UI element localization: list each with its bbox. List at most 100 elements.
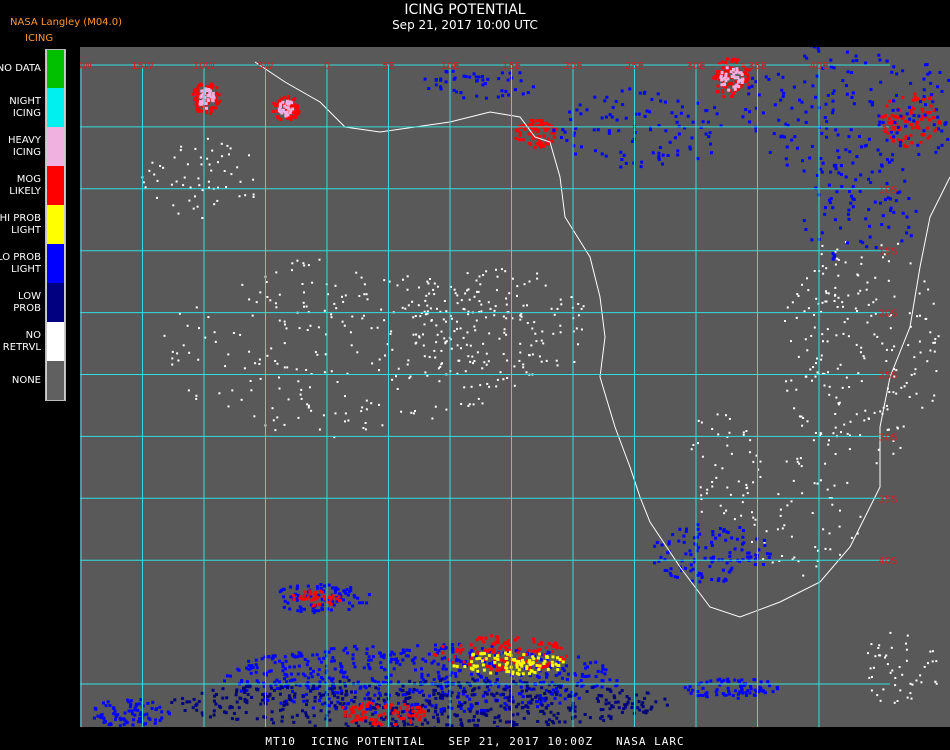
cloud-pixel xyxy=(465,343,468,346)
cloud-pixel xyxy=(429,278,431,280)
cloud-pixel xyxy=(878,58,882,62)
cloud-pixel xyxy=(279,701,283,705)
cloud-pixel xyxy=(371,655,375,659)
cloud-pixel xyxy=(514,137,518,140)
cloud-pixel xyxy=(879,410,882,413)
cloud-pixel xyxy=(616,700,620,704)
cloud-pixel xyxy=(732,92,736,95)
cloud-pixel xyxy=(930,93,934,97)
cloud-pixel xyxy=(847,217,851,221)
cloud-pixel xyxy=(371,712,375,716)
cloud-pixel xyxy=(523,283,526,286)
cloud-pixel xyxy=(250,695,254,699)
cloud-pixel xyxy=(696,527,700,531)
cloud-pixel xyxy=(860,256,863,259)
cloud-pixel xyxy=(471,688,475,692)
cloud-pixel xyxy=(879,699,882,702)
cloud-pixel xyxy=(371,645,375,649)
cloud-pixel xyxy=(412,316,415,319)
cloud-pixel xyxy=(741,535,745,539)
cloud-pixel xyxy=(866,281,869,284)
cloud-pixel xyxy=(470,704,474,708)
cloud-pixel xyxy=(777,118,781,122)
cloud-pixel xyxy=(329,647,333,651)
cloud-pixel xyxy=(441,651,445,655)
cloud-pixel xyxy=(444,80,448,84)
cloud-pixel xyxy=(555,716,559,720)
cloud-pixel xyxy=(306,403,309,406)
icing-map: 20W15W10W5W05E10E15E20E25E30E35E40E5S10S… xyxy=(80,47,950,727)
cloud-pixel xyxy=(747,83,751,87)
cloud-pixel xyxy=(898,144,902,148)
cloud-pixel xyxy=(469,344,472,347)
cloud-pixel xyxy=(868,417,870,420)
cloud-pixel xyxy=(389,653,393,657)
cloud-pixel xyxy=(313,724,317,727)
cloud-pixel xyxy=(368,721,372,725)
cloud-pixel xyxy=(291,678,295,682)
cloud-pixel xyxy=(423,323,426,326)
longitude-label: 10E xyxy=(440,61,459,72)
cloud-pixel xyxy=(578,720,582,724)
cloud-pixel xyxy=(532,687,536,691)
cloud-pixel xyxy=(919,351,922,354)
cloud-pixel xyxy=(513,384,516,387)
cloud-pixel xyxy=(545,359,548,362)
cloud-pixel xyxy=(243,367,246,370)
cloud-pixel xyxy=(529,118,533,122)
cloud-pixel xyxy=(137,702,141,706)
cloud-pixel xyxy=(415,688,419,692)
cloud-pixel xyxy=(578,103,582,107)
cloud-pixel xyxy=(532,640,536,644)
cloud-pixel xyxy=(316,353,319,356)
cloud-pixel xyxy=(538,697,542,701)
cloud-pixel xyxy=(288,607,292,611)
cloud-pixel xyxy=(520,689,524,693)
cloud-pixel xyxy=(617,706,621,710)
cloud-pixel xyxy=(847,208,851,212)
cloud-pixel xyxy=(528,354,531,357)
cloud-pixel xyxy=(637,700,641,704)
cloud-pixel xyxy=(223,170,226,172)
cloud-pixel xyxy=(937,127,940,131)
cloud-pixel xyxy=(519,314,522,317)
cloud-pixel xyxy=(884,656,886,659)
cloud-pixel xyxy=(728,81,732,85)
cloud-pixel xyxy=(283,423,286,426)
cloud-pixel xyxy=(232,332,235,334)
cloud-pixel xyxy=(820,131,824,135)
cloud-pixel xyxy=(514,128,518,132)
cloud-pixel xyxy=(703,556,707,560)
cloud-pixel xyxy=(211,149,214,152)
cloud-pixel xyxy=(218,99,222,103)
cloud-pixel xyxy=(414,315,417,317)
cloud-pixel xyxy=(552,713,556,717)
cloud-pixel xyxy=(655,541,659,545)
cloud-pixel xyxy=(374,686,378,690)
cloud-pixel xyxy=(668,140,672,144)
cloud-pixel xyxy=(361,601,365,605)
cloud-pixel xyxy=(130,709,134,713)
cloud-pixel xyxy=(275,271,278,274)
cloud-pixel xyxy=(537,668,541,672)
cloud-pixel xyxy=(696,573,700,577)
cloud-pixel xyxy=(570,296,573,299)
cloud-pixel xyxy=(639,165,643,169)
cloud-pixel xyxy=(496,635,500,639)
cloud-pixel xyxy=(411,658,415,662)
cloud-pixel xyxy=(790,340,792,343)
cloud-pixel xyxy=(838,403,840,406)
cloud-pixel xyxy=(133,706,137,710)
cloud-pixel xyxy=(922,133,926,136)
cloud-pixel xyxy=(199,95,203,99)
cloud-pixel xyxy=(296,672,300,676)
cloud-pixel xyxy=(462,709,466,713)
cloud-pixel xyxy=(432,288,435,291)
cloud-pixel xyxy=(604,698,608,702)
longitude-label: 20E xyxy=(563,61,582,72)
cloud-pixel xyxy=(282,703,286,707)
cloud-pixel xyxy=(255,301,258,304)
cloud-pixel xyxy=(786,504,789,507)
cloud-pixel xyxy=(816,371,819,374)
cloud-pixel xyxy=(753,678,757,682)
